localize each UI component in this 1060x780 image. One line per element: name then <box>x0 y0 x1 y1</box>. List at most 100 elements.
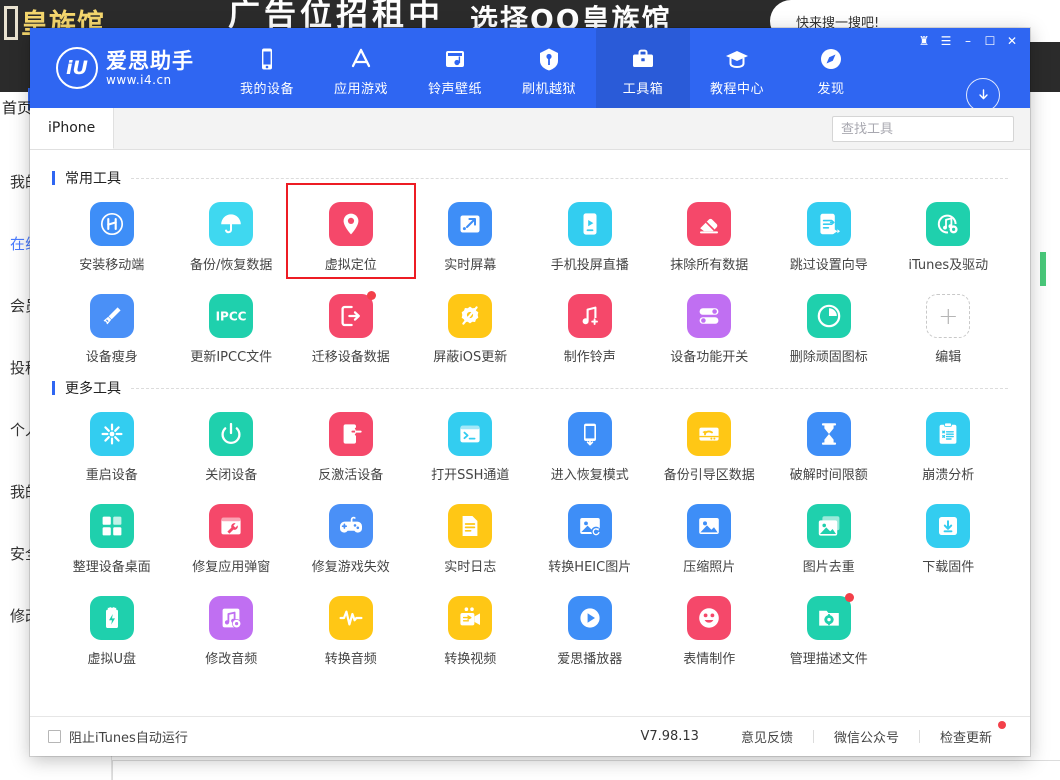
tool-item[interactable]: 转换HEIC图片 <box>530 496 650 588</box>
search-input[interactable] <box>841 122 1011 137</box>
tool-item[interactable]: 抹除所有数据 <box>650 194 770 286</box>
tool-label: 转换HEIC图片 <box>548 556 631 575</box>
tool-label: 反激活设备 <box>318 464 383 483</box>
tool-label: 进入恢复模式 <box>551 464 629 483</box>
app-version: V7.98.13 <box>640 729 699 744</box>
log-file-icon <box>448 504 492 548</box>
deactivate-icon <box>329 412 373 456</box>
feedback-link[interactable]: 意见反馈 <box>721 727 813 746</box>
background-green-marker <box>1040 252 1046 286</box>
minimize-icon[interactable]: – <box>958 32 978 50</box>
tool-item[interactable]: 崩溃分析 <box>889 404 1009 496</box>
tool-label: 图片去重 <box>803 556 855 575</box>
tool-item[interactable]: 设备瘦身 <box>52 286 172 378</box>
tool-item[interactable]: 备份引导区数据 <box>650 404 770 496</box>
recovery-icon <box>568 412 612 456</box>
checkbox-box[interactable] <box>48 730 61 743</box>
app-logo[interactable]: iU 爱思助手 www.i4.cn <box>30 28 220 108</box>
tool-label: 实时日志 <box>444 556 496 575</box>
logo-name: 爱思助手 <box>106 49 194 73</box>
tool-item[interactable]: 关闭设备 <box>172 404 292 496</box>
firmware-download-icon <box>926 504 970 548</box>
tool-label: 转换视频 <box>444 648 496 667</box>
nav-item-1[interactable]: 应用游戏 <box>314 28 408 108</box>
tool-item[interactable]: 表情制作 <box>650 588 770 680</box>
tool-item[interactable]: 转换音频 <box>291 588 411 680</box>
nav-item-6[interactable]: 发现 <box>784 28 878 108</box>
tool-search[interactable] <box>832 116 1014 142</box>
tool-item[interactable]: 修复应用弹窗 <box>172 496 292 588</box>
tool-item[interactable]: 虚拟U盘 <box>52 588 172 680</box>
tool-item[interactable]: IPCC更新IPCC文件 <box>172 286 292 378</box>
tool-item[interactable]: 备份/恢复数据 <box>172 194 292 286</box>
tool-item[interactable]: 实时日志 <box>411 496 531 588</box>
desktop-grid-icon <box>90 504 134 548</box>
power-icon <box>209 412 253 456</box>
waveform-icon <box>329 596 373 640</box>
live-stream-icon <box>568 202 612 246</box>
tool-item[interactable]: 跳过设置向导 <box>769 194 889 286</box>
tool-item[interactable]: 虚拟定位 <box>291 194 411 286</box>
clock-icon <box>807 294 851 338</box>
tool-label: 破解时间限额 <box>790 464 868 483</box>
tool-item[interactable]: 修改音频 <box>172 588 292 680</box>
tool-label: 整理设备桌面 <box>73 556 151 575</box>
compress-photo-icon <box>687 504 731 548</box>
tool-item[interactable]: 整理设备桌面 <box>52 496 172 588</box>
tool-item[interactable]: 设备功能开关 <box>650 286 770 378</box>
download-manager-button[interactable] <box>966 78 1000 112</box>
nav-item-2[interactable]: 铃声壁纸 <box>408 28 502 108</box>
maximize-icon[interactable]: ☐ <box>980 32 1000 50</box>
tool-item[interactable]: 重启设备 <box>52 404 172 496</box>
phone-icon <box>254 46 280 72</box>
umbrella-icon <box>209 202 253 246</box>
check-update-link[interactable]: 检查更新 <box>920 727 1012 746</box>
menu-icon[interactable]: ☰ <box>936 32 956 50</box>
location-pin-icon <box>329 202 373 246</box>
tool-item[interactable]: 进入恢复模式 <box>530 404 650 496</box>
tool-item[interactable]: 爱思播放器 <box>530 588 650 680</box>
tool-label: 爱思播放器 <box>557 648 622 667</box>
install-mobile-icon <box>90 202 134 246</box>
section-title: 常用工具 <box>65 168 121 188</box>
tool-item[interactable]: 删除顽固图标 <box>769 286 889 378</box>
tool-item[interactable]: 屏蔽iOS更新 <box>411 286 531 378</box>
nav-item-4[interactable]: 工具箱 <box>596 28 690 108</box>
tool-item[interactable]: 安装移动端 <box>52 194 172 286</box>
tool-label: 备份/恢复数据 <box>190 254 272 273</box>
tool-item[interactable]: 管理描述文件 <box>769 588 889 680</box>
cleanup-icon[interactable]: ♜ <box>914 32 934 50</box>
tool-item[interactable]: iTunes及驱动 <box>889 194 1009 286</box>
screen-mirror-icon <box>448 202 492 246</box>
nav-item-5[interactable]: 教程中心 <box>690 28 784 108</box>
nav-item-3[interactable]: 刷机越狱 <box>502 28 596 108</box>
clipboard-icon <box>926 412 970 456</box>
ipcc-icon: IPCC <box>209 294 253 338</box>
wechat-link[interactable]: 微信公众号 <box>814 727 919 746</box>
tool-label: 设备瘦身 <box>86 346 138 365</box>
tool-item[interactable]: 制作铃声 <box>530 286 650 378</box>
tool-label: 转换音频 <box>325 648 377 667</box>
tool-item[interactable]: 反激活设备 <box>291 404 411 496</box>
block-update-icon <box>448 294 492 338</box>
tool-item[interactable]: 手机投屏直播 <box>530 194 650 286</box>
edit-audio-icon <box>209 596 253 640</box>
block-itunes-checkbox[interactable]: 阻止iTunes自动运行 <box>48 727 188 746</box>
tool-item[interactable]: 迁移设备数据 <box>291 286 411 378</box>
tool-item[interactable]: 破解时间限额 <box>769 404 889 496</box>
toggles-icon <box>687 294 731 338</box>
tool-item[interactable]: 下载固件 <box>889 496 1009 588</box>
toolbox-content: 常用工具安装移动端备份/恢复数据虚拟定位实时屏幕手机投屏直播抹除所有数据跳过设置… <box>30 150 1030 716</box>
tool-item[interactable]: 压缩照片 <box>650 496 770 588</box>
tool-grid-1: 重启设备关闭设备反激活设备 打开SSH通道进入恢复模式 备份引导区数据破解时间限额 崩… <box>52 404 1008 680</box>
tool-item[interactable]: 修复游戏失效 <box>291 496 411 588</box>
tool-item[interactable]: 打开SSH通道 <box>411 404 531 496</box>
tool-item[interactable]: 转换视频 <box>411 588 531 680</box>
nav-item-0[interactable]: 我的设备 <box>220 28 314 108</box>
close-icon[interactable]: ✕ <box>1002 32 1022 50</box>
tool-item[interactable]: 实时屏幕 <box>411 194 531 286</box>
tool-item[interactable]: 图片去重 <box>769 496 889 588</box>
tool-item[interactable]: +编辑 <box>889 286 1009 378</box>
device-tab-0[interactable]: iPhone <box>30 108 114 149</box>
usb-drive-icon <box>90 596 134 640</box>
